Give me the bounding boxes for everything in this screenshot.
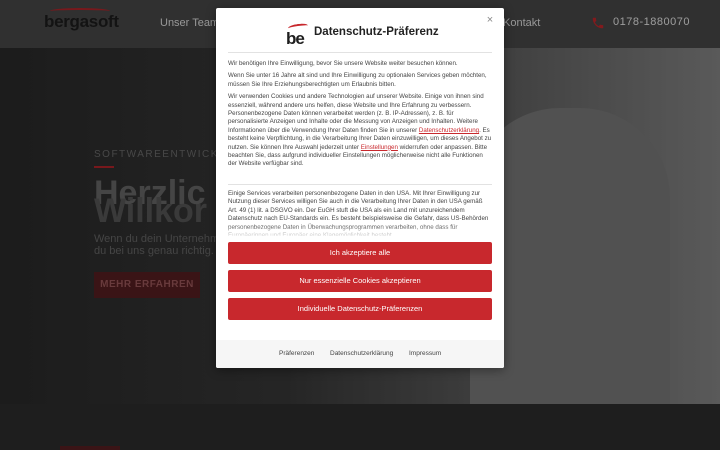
consent-paragraph-1: Wir benötigen Ihre Einwilligung, bevor S…	[228, 60, 458, 67]
title-divider	[228, 52, 492, 53]
footer-link-privacy[interactable]: Datenschutzerklärung	[330, 350, 393, 357]
close-icon[interactable]: ×	[484, 14, 496, 26]
dialog-body: Wir benötigen Ihre Einwilligung, bevor S…	[228, 60, 492, 173]
brand-logo: be	[286, 22, 310, 48]
body-divider	[228, 184, 492, 185]
accept-essential-button[interactable]: Nur essenzielle Cookies akzeptieren	[228, 270, 492, 292]
individual-preferences-button[interactable]: Individuelle Datenschutz-Präferenzen	[228, 298, 492, 320]
dialog-title: Datenschutz-Präferenz	[314, 26, 439, 38]
consent-paragraph-2: Wenn Sie unter 16 Jahre alt sind und Ihr…	[228, 72, 487, 88]
privacy-policy-link[interactable]: Datenschutzerklärung	[419, 127, 479, 134]
privacy-consent-dialog: × be Datenschutz-Präferenz Wir benötigen…	[216, 8, 504, 368]
consent-paragraph-3: Wir verwenden Cookies und andere Technol…	[228, 93, 492, 169]
footer-link-preferences[interactable]: Präferenzen	[279, 350, 314, 357]
accept-all-button[interactable]: Ich akzeptiere alle	[228, 242, 492, 264]
brand-logo-text: be	[286, 29, 305, 48]
footer-link-imprint[interactable]: Impressum	[409, 350, 441, 357]
scroll-fade	[228, 224, 492, 238]
settings-link[interactable]: Einstellungen	[361, 144, 398, 151]
